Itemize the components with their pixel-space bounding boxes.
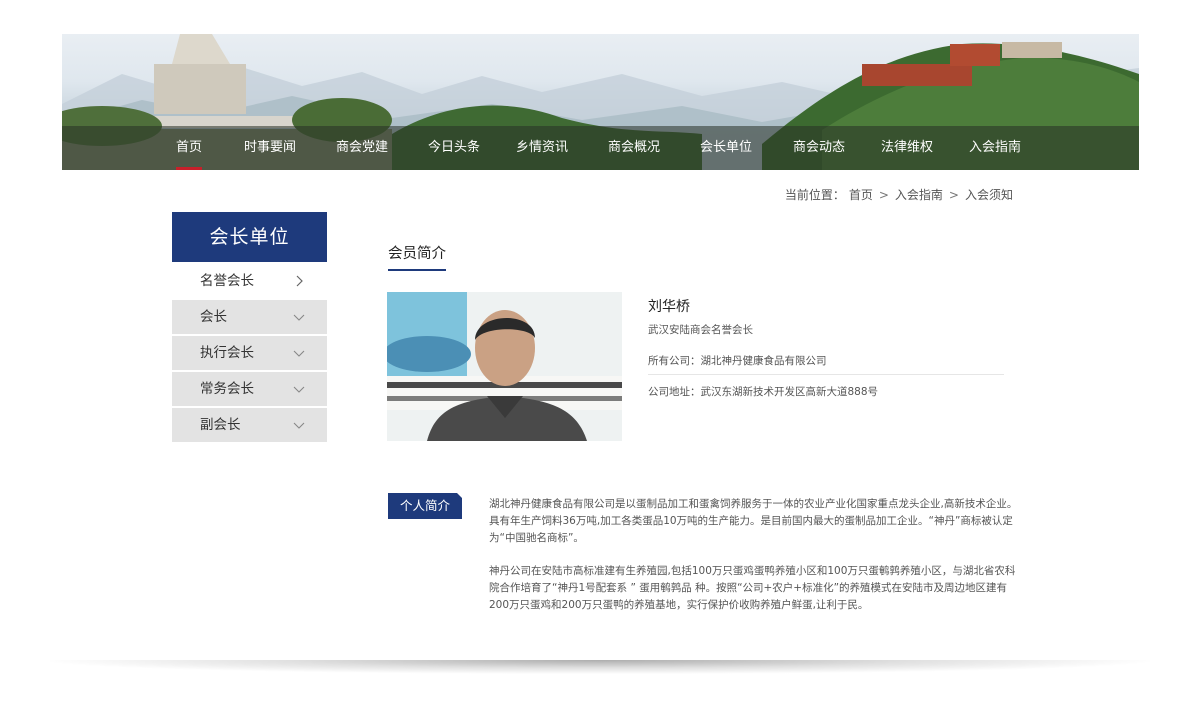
header-banner: 首页 时事要闻 商会党建 今日头条 乡情资讯 商会概况 会长单位 商会动态 法律…	[62, 34, 1139, 170]
breadcrumb-link-join-guide[interactable]: 入会指南	[895, 188, 943, 202]
nav-item-join-guide[interactable]: 入会指南	[967, 126, 1023, 170]
member-company: 所有公司：湖北神丹健康食品有限公司	[648, 355, 827, 367]
member-portrait-image	[387, 292, 622, 441]
member-name: 刘华桥	[648, 299, 690, 315]
intro-paragraph: 湖北神丹健康食品有限公司是以蛋制品加工和蛋禽饲养服务于一体的农业产业化国家重点龙…	[489, 498, 1018, 544]
nav-item-party-building[interactable]: 商会党建	[334, 126, 390, 170]
profile-divider	[648, 374, 1004, 375]
chevron-right-icon	[296, 275, 303, 287]
nav-item-legal-rights[interactable]: 法律维权	[879, 126, 935, 170]
sidebar-item-label: 副会长	[200, 417, 241, 433]
nav-item-current-affairs[interactable]: 时事要闻	[242, 126, 298, 170]
sidebar-item-label: 会长	[200, 309, 227, 325]
nav-item-hometown-news[interactable]: 乡情资讯	[514, 126, 570, 170]
chevron-down-icon	[293, 422, 305, 429]
intro-paragraph: 神丹公司在安陆市高标准建有生养殖园,包括100万只蛋鸡蛋鸭养殖小区和100万只蛋…	[489, 565, 1016, 611]
nav-item-chamber-news[interactable]: 商会动态	[791, 126, 847, 170]
sidebar-item-label: 常务会长	[200, 381, 254, 397]
member-photo	[387, 292, 622, 441]
breadcrumb-link-home[interactable]: 首页	[849, 188, 873, 202]
sidebar-item-honorary-president[interactable]: 名誉会长	[172, 264, 327, 298]
sidebar-item-vice-president[interactable]: 副会长	[172, 408, 327, 442]
sidebar-item-label: 名誉会长	[200, 273, 254, 289]
chevron-down-icon	[293, 314, 305, 321]
sidebar-title: 会长单位	[172, 212, 327, 262]
sidebar-item-president[interactable]: 会长	[172, 300, 327, 334]
breadcrumb-current[interactable]: 入会须知	[965, 188, 1013, 202]
sidebar-item-standing-president[interactable]: 常务会长	[172, 372, 327, 406]
nav-item-home[interactable]: 首页	[165, 126, 213, 170]
member-role: 武汉安陆商会名誉会长	[648, 324, 753, 336]
nav-item-headlines[interactable]: 今日头条	[426, 126, 482, 170]
breadcrumb-separator: >	[878, 188, 889, 202]
intro-tag: 个人简介	[388, 493, 463, 519]
sidebar-item-executive-president[interactable]: 执行会长	[172, 336, 327, 370]
nav-item-president-units[interactable]: 会长单位	[698, 126, 754, 170]
sidebar: 会长单位 名誉会长 会长 执行会长 常务会长 副会长	[172, 212, 327, 442]
nav-item-chamber-overview[interactable]: 商会概况	[606, 126, 662, 170]
breadcrumb-prefix: 当前位置：	[784, 188, 845, 202]
chevron-down-icon	[293, 350, 305, 357]
chevron-down-icon	[293, 386, 305, 393]
sidebar-item-label: 执行会长	[200, 345, 254, 361]
breadcrumb-separator: >	[948, 188, 959, 202]
section-heading: 会员简介	[388, 242, 446, 271]
member-address: 公司地址：武汉东湖新技术开发区高新大道888号	[648, 386, 879, 398]
main-nav: 首页 时事要闻 商会党建 今日头条 乡情资讯 商会概况 会长单位 商会动态 法律…	[62, 126, 1139, 170]
breadcrumb: 当前位置： 首页 > 入会指南 > 入会须知	[783, 186, 1015, 203]
page-bottom-shadow	[50, 660, 1150, 674]
